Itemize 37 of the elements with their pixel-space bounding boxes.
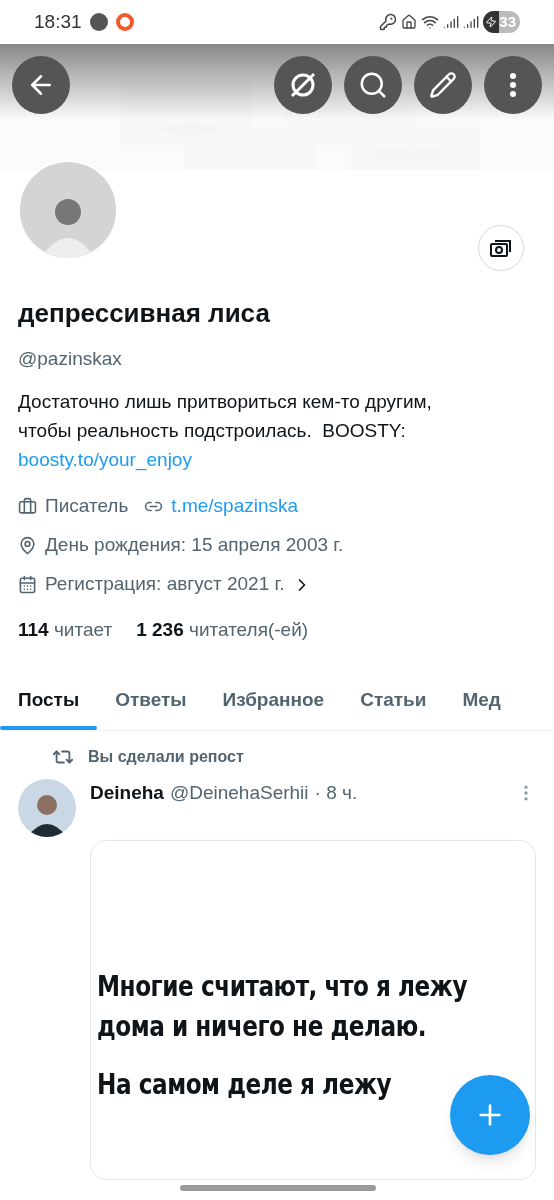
ring-notification-icon bbox=[115, 13, 134, 31]
author-name[interactable]: Deineha bbox=[90, 779, 164, 808]
profile-name: депрессивная лиса bbox=[18, 297, 271, 330]
author-avatar[interactable] bbox=[18, 779, 76, 837]
profile-tab[interactable]: Ответы bbox=[97, 670, 205, 730]
search-icon bbox=[358, 70, 388, 100]
app-notification-icon bbox=[89, 13, 108, 31]
battery-indicator: 33 bbox=[483, 11, 520, 33]
profile-tab[interactable]: Посты bbox=[0, 670, 98, 730]
profile-tab[interactable]: Мед bbox=[444, 670, 519, 730]
signal-icon bbox=[463, 14, 480, 30]
image-text: На самом деле я лежу bbox=[97, 1066, 393, 1103]
follow-stat[interactable]: 1 236 читателя(-ей) bbox=[136, 615, 309, 644]
repost-note: Вы сделали репост bbox=[88, 747, 244, 767]
more-icon bbox=[510, 73, 516, 97]
home-icon bbox=[401, 14, 418, 30]
calendar-icon bbox=[18, 575, 37, 594]
image-text: Многие считают, что я лежу дома и ничего не делаю. bbox=[97, 968, 469, 1045]
signal-icon bbox=[443, 14, 460, 30]
profile-meta-text: Регистрация: август 2021 г. bbox=[45, 572, 285, 597]
key-icon bbox=[379, 13, 398, 31]
wifi-icon bbox=[421, 13, 440, 31]
clock: 18:31 bbox=[34, 9, 82, 34]
money-icon bbox=[489, 238, 513, 258]
profile-meta-text: День рождения: 15 апреля 2003 г. bbox=[45, 533, 344, 558]
bio-text: Достаточно лишь притвориться кем-то другим, чтобы реальность подстроилась. BOOSTY: bbox=[18, 389, 433, 443]
briefcase-icon bbox=[18, 497, 37, 516]
pencil-icon bbox=[429, 71, 457, 99]
profile-meta-text: Писатель bbox=[45, 494, 129, 519]
follow-stat[interactable]: 114 читает bbox=[18, 615, 113, 644]
pin-icon bbox=[18, 536, 37, 555]
profile-tab[interactable]: Статьи bbox=[342, 670, 445, 730]
author-handle: @DeinehaSerhii bbox=[169, 781, 309, 805]
profile-handle: @pazinskax bbox=[18, 347, 123, 371]
profile-tab[interactable]: Избранное bbox=[204, 670, 343, 730]
post-time: · 8 ч. bbox=[314, 781, 358, 805]
post-image[interactable]: Многие считают, что я лежу дома и ничего не делаю. На самом деле я лежу bbox=[90, 839, 536, 1180]
